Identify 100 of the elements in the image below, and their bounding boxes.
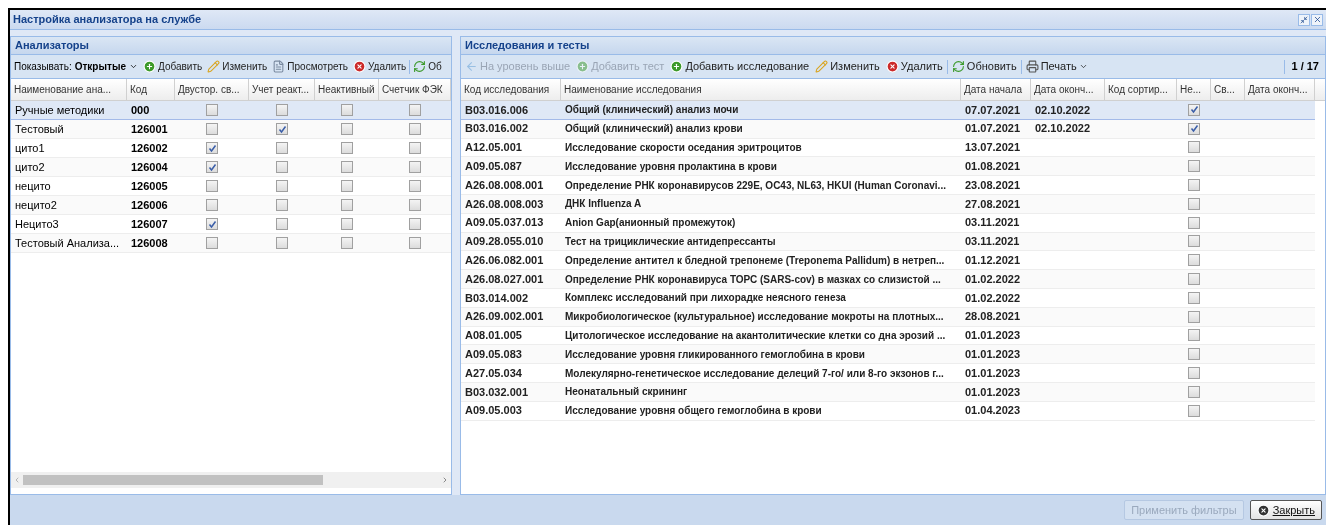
checkbox[interactable] xyxy=(409,161,421,173)
column-header[interactable]: Дата оконч... xyxy=(1031,79,1105,100)
checkbox[interactable] xyxy=(1188,310,1200,323)
checkbox[interactable] xyxy=(409,104,421,116)
checkbox[interactable] xyxy=(341,199,353,211)
checkbox[interactable] xyxy=(1188,197,1200,210)
table-row[interactable]: A27.05.034 Молекулярно-генетическое исследование делеций 7-го/ или 8-го экзонов г... 01.01.2023 xyxy=(461,364,1315,383)
checkbox[interactable] xyxy=(409,199,421,211)
toolbar-button[interactable]: Просмотреть xyxy=(270,56,351,77)
table-row[interactable]: цито2 126004 xyxy=(11,158,451,177)
table-row[interactable]: нецито2 126006 xyxy=(11,196,451,215)
checkbox[interactable] xyxy=(276,123,288,135)
column-header[interactable]: Св... xyxy=(1211,79,1245,100)
restore-icon[interactable] xyxy=(1298,13,1310,26)
column-header[interactable]: Двустор. св... xyxy=(175,79,249,100)
table-row[interactable]: Нецито3 126007 xyxy=(11,215,451,234)
toolbar-button[interactable]: Удалить xyxy=(351,56,409,77)
column-header[interactable]: Не... xyxy=(1177,79,1211,100)
checkbox[interactable] xyxy=(409,218,421,230)
toolbar-button[interactable]: Печать xyxy=(1023,56,1090,77)
checkbox[interactable] xyxy=(206,161,218,173)
checkbox[interactable] xyxy=(206,104,218,116)
checkbox[interactable] xyxy=(1188,404,1200,417)
table-row[interactable]: A26.06.082.001 Определение антител к бледной трепонеме (Treponema Pallidum) в нетреп... 01.12.2021 xyxy=(461,251,1315,271)
column-header[interactable]: Дата оконч... xyxy=(1245,79,1315,100)
toolbar-button[interactable]: Об xyxy=(411,56,444,77)
filter-dropdown[interactable]: Показывать: Открытые xyxy=(12,59,140,74)
toolbar-button[interactable]: Добавить xyxy=(141,56,205,77)
table-row[interactable]: Тестовый 126001 xyxy=(11,120,451,139)
horizontal-scrollbar[interactable] xyxy=(11,472,451,488)
table-cell-text: 13.07.2021 xyxy=(964,140,1022,156)
checkbox[interactable] xyxy=(206,199,218,211)
toolbar-button[interactable]: Добавить исследование xyxy=(668,56,812,77)
table-row[interactable]: Тестовый Анализа... 126008 xyxy=(11,234,451,253)
checkbox[interactable] xyxy=(1188,103,1200,116)
table-cell-text: ДНК Influenza A xyxy=(564,197,643,212)
checkbox[interactable] xyxy=(341,142,353,154)
checkbox[interactable] xyxy=(206,142,218,154)
checkbox[interactable] xyxy=(1188,329,1200,342)
column-header[interactable]: Учет реакт... xyxy=(249,79,315,100)
column-header[interactable]: Дата начала xyxy=(961,79,1031,100)
column-header[interactable]: Неактивный xyxy=(315,79,379,100)
table-row[interactable]: нецито 126005 xyxy=(11,177,451,196)
checkbox[interactable] xyxy=(1188,254,1200,267)
checkbox[interactable] xyxy=(1188,385,1200,398)
close-button[interactable]: Закрыть xyxy=(1249,500,1322,520)
checkbox[interactable] xyxy=(341,237,353,249)
checkbox[interactable] xyxy=(276,142,288,154)
checkbox[interactable] xyxy=(1188,348,1200,361)
table-row[interactable]: A09.05.087 Исследование уровня пролактина в крови 01.08.2021 xyxy=(461,157,1315,177)
column-header[interactable]: Наименование исследования xyxy=(561,79,961,100)
checkbox[interactable] xyxy=(1188,367,1200,380)
toolbar-button[interactable]: Изменить xyxy=(205,56,270,77)
scroll-right-icon[interactable] xyxy=(441,476,449,484)
checkbox[interactable] xyxy=(1188,179,1200,192)
table-row[interactable]: цито1 126002 xyxy=(11,139,451,158)
checkbox[interactable] xyxy=(1188,216,1200,229)
table-row[interactable]: A09.05.083 Исследование уровня гликированного гемоглобина в крови 01.01.2023 xyxy=(461,345,1315,365)
checkbox[interactable] xyxy=(1188,273,1200,286)
table-row[interactable]: B03.016.006 Общий (клинический) анализ мочи 07.07.2021 02.10.2022 xyxy=(461,101,1315,120)
checkbox[interactable] xyxy=(341,180,353,192)
scroll-left-icon[interactable] xyxy=(13,476,21,484)
column-header[interactable]: Код исследования xyxy=(461,79,561,100)
checkbox[interactable] xyxy=(1188,141,1200,154)
checkbox[interactable] xyxy=(276,199,288,211)
toolbar-button[interactable]: Изменить xyxy=(813,56,882,77)
checkbox[interactable] xyxy=(1188,122,1200,135)
checkbox[interactable] xyxy=(341,104,353,116)
checkbox[interactable] xyxy=(341,218,353,230)
column-header[interactable]: Код xyxy=(127,79,175,100)
checkbox[interactable] xyxy=(1188,291,1200,304)
checkbox[interactable] xyxy=(409,180,421,192)
checkbox[interactable] xyxy=(206,180,218,192)
column-header[interactable]: Счетчик ФЭК xyxy=(379,79,451,100)
table-row[interactable]: A26.08.027.001 Определение РНК коронавируса ТОРС (SARS-cov) в мазках со слизистой ... 01.02.2022 xyxy=(461,270,1315,289)
close-icon[interactable] xyxy=(1311,13,1323,26)
column-header[interactable]: Наименование ана... xyxy=(11,79,127,100)
checkbox[interactable] xyxy=(341,161,353,173)
checkbox[interactable] xyxy=(409,123,421,135)
table-cell-text: Нецито3 xyxy=(14,216,60,232)
toolbar-button[interactable]: Удалить xyxy=(883,56,945,77)
toolbar-button[interactable]: Обновить xyxy=(949,56,1019,77)
table-cell: 02.10.2022 xyxy=(1035,103,1091,116)
table-cell-text: нецито2 xyxy=(14,197,58,213)
checkbox[interactable] xyxy=(276,104,288,116)
checkbox[interactable] xyxy=(276,218,288,230)
checkbox[interactable] xyxy=(341,123,353,135)
checkbox[interactable] xyxy=(206,123,218,135)
table-row[interactable]: A26.08.008.001 Определение РНК коронавирусов 229E, OC43, NL63, HKUI (Human Coronavi... 23.08.2021 xyxy=(461,176,1315,195)
checkbox[interactable] xyxy=(409,142,421,154)
checkbox[interactable] xyxy=(276,161,288,173)
checkbox[interactable] xyxy=(1188,160,1200,173)
checkbox[interactable] xyxy=(409,237,421,249)
table-row[interactable]: Ручные методики 000 xyxy=(11,101,451,120)
checkbox[interactable] xyxy=(276,237,288,249)
column-header[interactable]: Код сортир... xyxy=(1105,79,1177,100)
checkbox[interactable] xyxy=(276,180,288,192)
checkbox[interactable] xyxy=(1188,235,1200,248)
checkbox[interactable] xyxy=(206,237,218,249)
checkbox[interactable] xyxy=(206,218,218,230)
